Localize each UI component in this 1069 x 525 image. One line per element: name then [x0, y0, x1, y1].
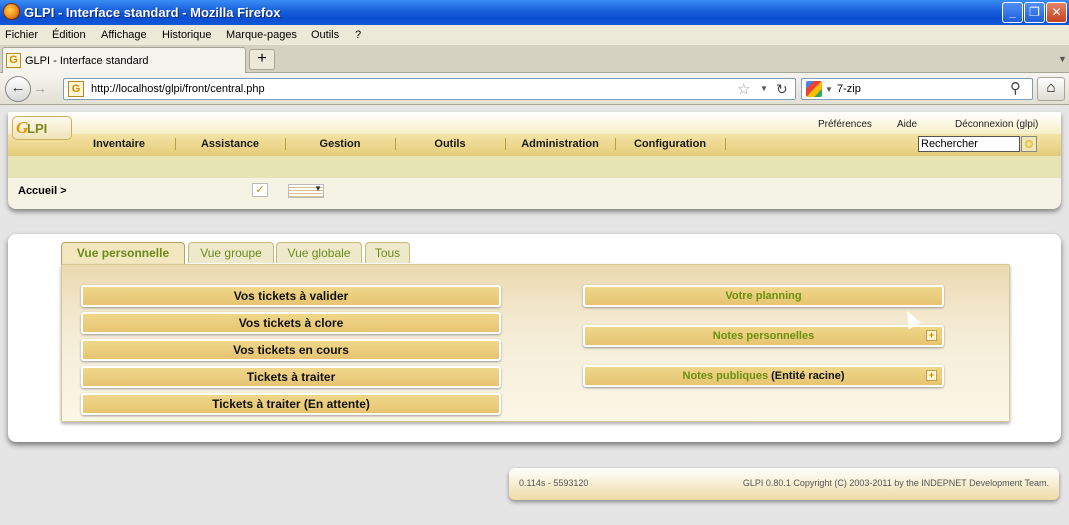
footer: 0.114s - 5593120 GLPI 0.80.1 Copyright (… — [509, 468, 1059, 500]
public-notes-entity: (Entité racine) — [768, 370, 845, 382]
tab-vue-groupe[interactable]: Vue groupe — [188, 242, 274, 263]
preferences-link[interactable]: Préférences — [818, 119, 872, 130]
footer-copyright: GLPI 0.80.1 Copyright (C) 2003-2011 by t… — [742, 478, 1049, 488]
tickets-in-progress-button[interactable]: Vos tickets en cours — [81, 339, 501, 361]
personal-notes-label: Notes personnelles — [712, 330, 815, 342]
url-history-dropdown-icon[interactable]: ▼ — [760, 84, 768, 93]
menu-marque-pages[interactable]: Marque-pages — [226, 29, 297, 41]
window-title-bar: GLPI - Interface standard - Mozilla Fire… — [0, 0, 1069, 25]
public-notes-label: Notes publiques — [682, 370, 769, 382]
menu-gestion[interactable]: Gestion — [285, 138, 395, 152]
glpi-header: G LPI Préférences Aide Déconnexion (glpi… — [8, 112, 1061, 209]
footer-timing: 0.114s - 5593120 — [519, 478, 589, 488]
planning-button[interactable]: Votre planning — [583, 285, 944, 307]
web-search-input[interactable]: 7-zip — [837, 83, 861, 95]
forward-arrow-icon[interactable]: → — [33, 80, 53, 99]
url-bar[interactable]: G http://localhost/glpi/front/central.ph… — [63, 78, 796, 100]
menu-outils[interactable]: Outils — [311, 29, 339, 41]
tab-content: Vos tickets à valider Vos tickets à clor… — [61, 264, 1010, 422]
menu-help[interactable]: ? — [355, 29, 361, 41]
glpi-favicon-icon: G — [6, 53, 21, 68]
tickets-to-close-button[interactable]: Vos tickets à clore — [81, 312, 501, 334]
menu-inventaire[interactable]: Inventaire — [64, 138, 174, 152]
menu-assistance[interactable]: Assistance — [175, 138, 285, 152]
public-notes-button[interactable]: Notes publiques (Entité racine) + — [583, 365, 944, 387]
menu-configuration[interactable]: Configuration — [615, 138, 725, 152]
search-go-icon[interactable] — [1021, 136, 1037, 152]
glpi-logo-g: G — [16, 118, 29, 137]
personal-notes-button[interactable]: Notes personnelles + — [583, 325, 944, 347]
search-engine-dropdown-icon[interactable]: ▼ — [825, 85, 833, 94]
navigation-bar: ← → G http://localhost/glpi/front/centra… — [0, 73, 1069, 105]
glpi-logo-text: LPI — [27, 121, 48, 136]
web-search-bar[interactable]: ▼ 7-zip ⚲ — [801, 78, 1033, 100]
maximize-button[interactable]: ❐ — [1024, 2, 1045, 23]
menu-fichier[interactable]: Fichier — [5, 29, 38, 41]
tab-bar: G GLPI - Interface standard + ▼ — [0, 45, 1069, 73]
minimize-button[interactable]: _ — [1002, 2, 1023, 23]
browser-tab-label: GLPI - Interface standard — [25, 55, 149, 67]
logout-link[interactable]: Déconnexion (glpi) — [955, 119, 1038, 130]
back-arrow-icon[interactable]: ← — [5, 76, 31, 102]
menu-outils-glpi[interactable]: Outils — [395, 138, 505, 152]
site-favicon-icon: G — [68, 81, 84, 97]
window-title: GLPI - Interface standard - Mozilla Fire… — [24, 5, 281, 20]
breadcrumb[interactable]: Accueil > — [18, 185, 67, 197]
menu-historique[interactable]: Historique — [162, 29, 212, 41]
tab-vue-globale[interactable]: Vue globale — [276, 242, 362, 263]
table-menu-icon[interactable] — [288, 184, 324, 198]
google-icon[interactable] — [806, 81, 822, 97]
firefox-icon — [3, 3, 20, 20]
home-icon[interactable]: ⌂ — [1037, 77, 1065, 101]
glpi-logo[interactable]: G LPI — [12, 116, 72, 140]
menu-bar: Fichier Édition Affichage Historique Mar… — [0, 25, 1069, 45]
add-personal-note-icon[interactable]: + — [926, 330, 937, 341]
close-button[interactable]: ✕ — [1046, 2, 1067, 23]
menu-edition[interactable]: Édition — [52, 29, 86, 41]
url-text[interactable]: http://localhost/glpi/front/central.php — [91, 83, 265, 95]
glpi-search-input[interactable] — [918, 136, 1020, 152]
add-public-note-icon[interactable]: + — [926, 370, 937, 381]
tickets-pending-button[interactable]: Tickets à traiter (En attente) — [81, 393, 501, 415]
tab-vue-personnelle[interactable]: Vue personnelle — [61, 242, 185, 265]
tickets-to-validate-button[interactable]: Vos tickets à valider — [81, 285, 501, 307]
help-link[interactable]: Aide — [897, 119, 917, 130]
checklist-icon[interactable]: ✓ — [252, 183, 268, 197]
browser-tab[interactable]: G GLPI - Interface standard — [2, 47, 246, 73]
tab-list-icon[interactable]: ▼ — [1058, 54, 1067, 64]
new-tab-button[interactable]: + — [249, 49, 275, 70]
reload-icon[interactable]: ↻ — [776, 81, 788, 98]
menu-administration[interactable]: Administration — [505, 138, 615, 152]
tab-tous[interactable]: Tous — [365, 242, 410, 263]
menu-affichage[interactable]: Affichage — [101, 29, 147, 41]
central-panel: Vue personnelle Vue groupe Vue globale T… — [8, 234, 1061, 442]
tickets-to-process-button[interactable]: Tickets à traiter — [81, 366, 501, 388]
bookmark-star-icon[interactable]: ☆ — [737, 80, 750, 98]
search-magnifier-icon[interactable]: ⚲ — [1010, 79, 1021, 97]
